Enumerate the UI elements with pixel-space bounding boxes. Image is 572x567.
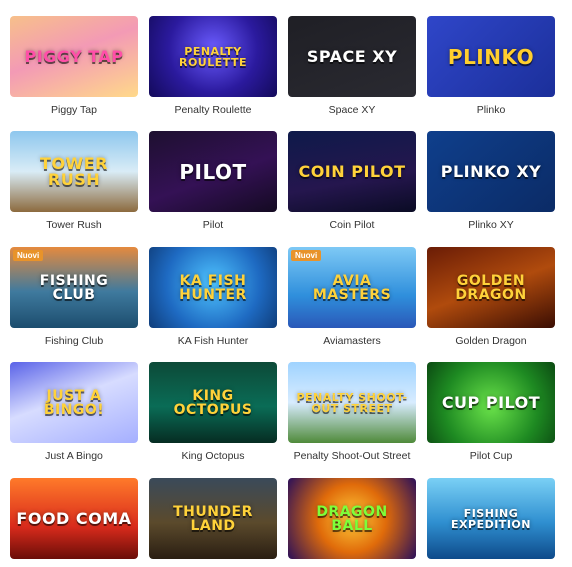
game-logo-text: AVIA MASTERS (312, 272, 392, 303)
game-thumbnail[interactable]: KING OCTOPUS (149, 362, 277, 443)
game-card[interactable]: FISHING CLUB Nuovi Fishing Club (10, 247, 138, 347)
game-card[interactable]: PILOT Pilot (149, 131, 277, 231)
game-card[interactable]: SPACE XY Space XY (288, 16, 416, 116)
game-card[interactable]: JUST A BINGO! Just A Bingo (10, 362, 138, 462)
game-card[interactable]: KING OCTOPUS King Octopus (149, 362, 277, 462)
game-card[interactable]: AVIA MASTERS Nuovi Aviamasters (288, 247, 416, 347)
new-badge: Nuovi (13, 250, 44, 261)
game-logo-text: PLINKO XY (440, 161, 542, 181)
game-card[interactable]: TOWER RUSH Tower Rush (10, 131, 138, 231)
game-card[interactable]: GOLDEN DRAGON Golden Dragon (427, 247, 555, 347)
game-thumbnail[interactable]: KA FISH HUNTER (149, 247, 277, 328)
game-thumbnail[interactable]: THUNDER LAND (149, 478, 277, 559)
game-title[interactable]: Tower Rush (10, 219, 138, 231)
game-thumbnail[interactable]: FISHING CLUB Nuovi (10, 247, 138, 328)
game-card[interactable]: DRAGON BALL (288, 478, 416, 566)
game-title[interactable]: Penalty Roulette (149, 104, 277, 116)
game-thumbnail[interactable]: FOOD COMA (10, 478, 138, 559)
game-card[interactable]: KA FISH HUNTER KA Fish Hunter (149, 247, 277, 347)
game-logo-text: FISHING CLUB (39, 272, 109, 303)
game-thumbnail[interactable]: CUP PILOT (427, 362, 555, 443)
game-title[interactable]: Plinko (427, 104, 555, 116)
game-card[interactable]: CUP PILOT Pilot Cup (427, 362, 555, 462)
game-title[interactable]: Coin Pilot (288, 219, 416, 231)
game-card[interactable]: FOOD COMA (10, 478, 138, 566)
game-title[interactable]: Pilot Cup (427, 450, 555, 462)
game-logo-text: PIGGY TAP (24, 46, 124, 66)
game-logo-text: PENALTY SHOOT-OUT STREET (296, 390, 408, 415)
game-logo-text: COIN PILOT (298, 161, 406, 181)
game-thumbnail[interactable]: DRAGON BALL (288, 478, 416, 559)
game-title[interactable]: Pilot (149, 219, 277, 231)
game-thumbnail[interactable]: PLINKO XY (427, 131, 555, 212)
game-thumbnail[interactable]: PENALTY SHOOT-OUT STREET (288, 362, 416, 443)
game-title[interactable]: King Octopus (149, 450, 277, 462)
game-card[interactable]: PLINKO Plinko (427, 16, 555, 116)
game-card[interactable]: PIGGY TAP Piggy Tap (10, 16, 138, 116)
game-logo-text: PLINKO (447, 44, 535, 69)
game-title[interactable]: KA Fish Hunter (149, 335, 277, 347)
game-logo-text: PENALTY ROULETTE (178, 44, 248, 69)
game-card[interactable]: FISHING EXPEDITION (427, 478, 555, 566)
game-thumbnail[interactable]: FISHING EXPEDITION (427, 478, 555, 559)
game-thumbnail[interactable]: JUST A BINGO! (10, 362, 138, 443)
game-title[interactable]: Aviamasters (288, 335, 416, 347)
game-card[interactable]: THUNDER LAND (149, 478, 277, 566)
game-logo-text: CUP PILOT (441, 392, 541, 412)
game-logo-text: FISHING EXPEDITION (451, 506, 531, 531)
game-thumbnail[interactable]: PENALTY ROULETTE (149, 16, 277, 97)
game-card[interactable]: PENALTY SHOOT-OUT STREET Penalty Shoot-Ou… (288, 362, 416, 462)
game-thumbnail[interactable]: PIGGY TAP (10, 16, 138, 97)
game-title[interactable]: Space XY (288, 104, 416, 116)
game-logo-text: JUST A BINGO! (43, 387, 105, 418)
game-title[interactable]: Plinko XY (427, 219, 555, 231)
game-logo-text: KING OCTOPUS (173, 387, 253, 418)
new-badge: Nuovi (291, 250, 322, 261)
game-logo-text: GOLDEN DRAGON (455, 272, 527, 303)
game-title[interactable]: Penalty Shoot-Out Street (288, 450, 416, 462)
game-thumbnail[interactable]: SPACE XY (288, 16, 416, 97)
game-logo-text: DRAGON BALL (316, 503, 388, 534)
game-thumbnail[interactable]: PILOT (149, 131, 277, 212)
game-logo-text: TOWER RUSH (40, 153, 108, 189)
game-card[interactable]: COIN PILOT Coin Pilot (288, 131, 416, 231)
game-thumbnail[interactable]: GOLDEN DRAGON (427, 247, 555, 328)
game-card[interactable]: PENALTY ROULETTE Penalty Roulette (149, 16, 277, 116)
game-logo-text: THUNDER LAND (173, 503, 253, 534)
game-thumbnail[interactable]: COIN PILOT (288, 131, 416, 212)
game-logo-text: SPACE XY (306, 46, 398, 66)
game-card[interactable]: PLINKO XY Plinko XY (427, 131, 555, 231)
game-thumbnail[interactable]: AVIA MASTERS Nuovi (288, 247, 416, 328)
game-title[interactable]: Just A Bingo (10, 450, 138, 462)
game-logo-text: FOOD COMA (16, 508, 132, 528)
game-grid: PIGGY TAP Piggy Tap PENALTY ROULETTE Penalt… (0, 0, 572, 567)
game-title[interactable]: Fishing Club (10, 335, 138, 347)
game-thumbnail[interactable]: PLINKO (427, 16, 555, 97)
game-thumbnail[interactable]: TOWER RUSH (10, 131, 138, 212)
game-title[interactable]: Piggy Tap (10, 104, 138, 116)
game-title[interactable]: Golden Dragon (427, 335, 555, 347)
game-logo-text: PILOT (179, 159, 247, 184)
game-logo-text: KA FISH HUNTER (179, 272, 247, 303)
